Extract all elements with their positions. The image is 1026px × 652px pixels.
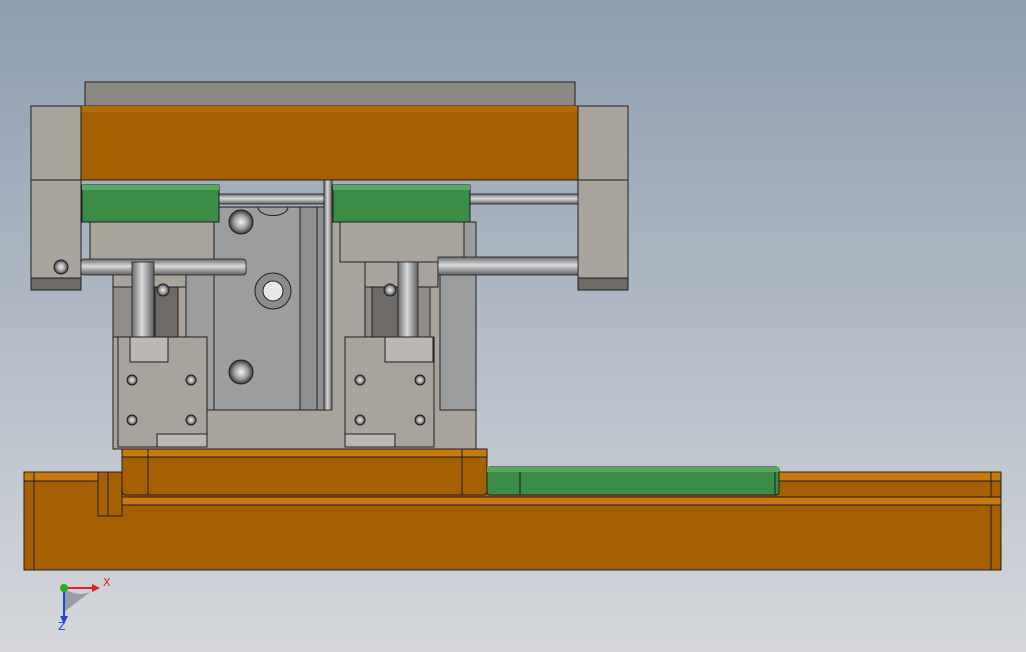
top-plate[interactable]: [79, 81, 579, 181]
graphics-viewport[interactable]: X Z: [0, 0, 1026, 652]
right-end-block[interactable]: [577, 105, 629, 291]
left-clamp-block[interactable]: [117, 336, 208, 448]
right-carriage[interactable]: [332, 184, 471, 223]
triad-z-label: Z: [58, 620, 66, 633]
model-scene[interactable]: [0, 0, 1026, 652]
linear-guide-rail[interactable]: [486, 466, 780, 496]
right-clamp-block[interactable]: [344, 336, 435, 448]
lower-slider-block[interactable]: [121, 448, 488, 496]
left-end-block[interactable]: [30, 105, 82, 291]
left-carriage[interactable]: [81, 184, 220, 223]
triad-x-label: X: [103, 576, 111, 589]
triad-y-axis: [60, 584, 68, 592]
